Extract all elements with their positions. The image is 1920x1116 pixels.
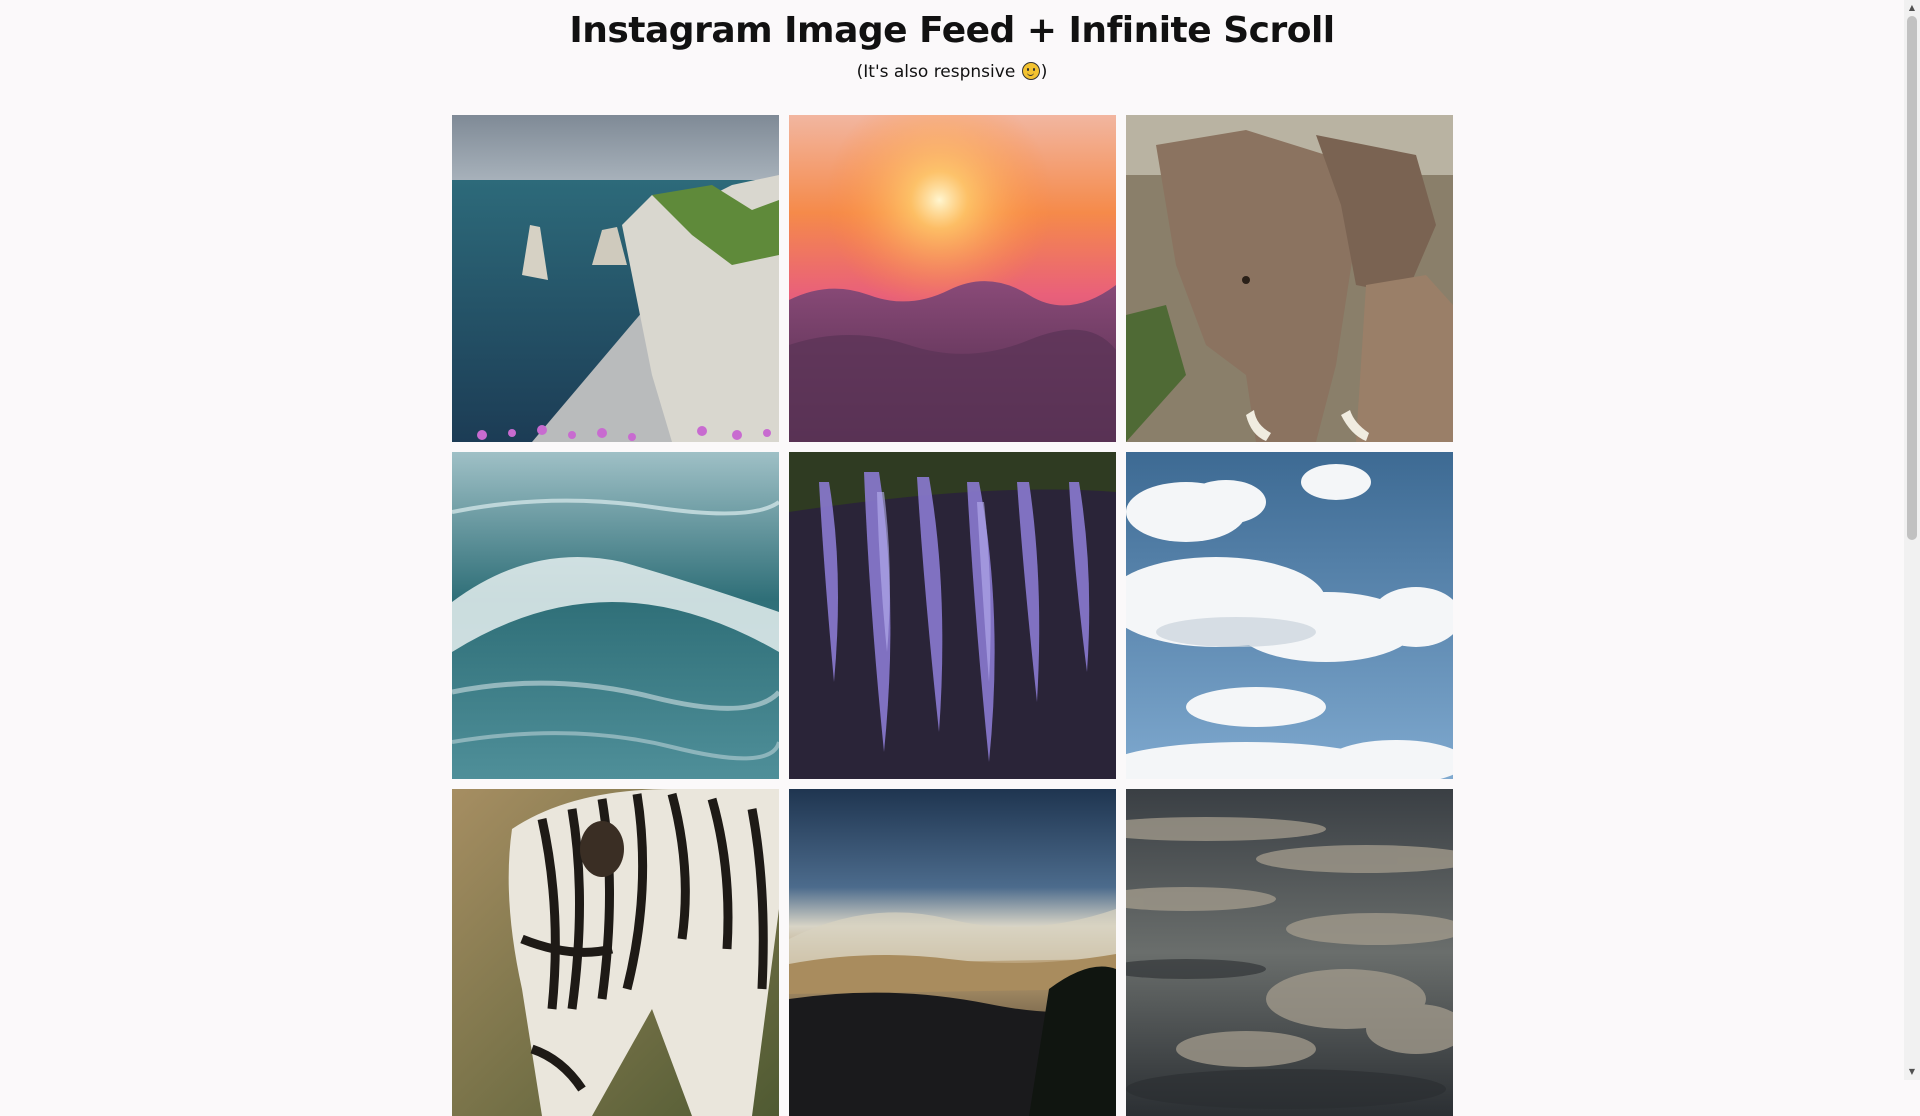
vertical-scrollbar[interactable]: ▲ ▼ — [1904, 0, 1920, 1080]
smiley-icon — [1021, 62, 1040, 80]
page-subtitle: (It's also respnsive ) — [0, 62, 1904, 82]
feed-image-sunset[interactable] — [789, 115, 1116, 442]
feed-image-mountain[interactable] — [789, 789, 1116, 1116]
feed-image-wisteria[interactable] — [789, 452, 1116, 779]
page: Instagram Image Feed + Infinite Scroll (… — [0, 0, 1904, 1116]
subtitle-close: ) — [1040, 62, 1048, 82]
image-feed — [452, 115, 1453, 1116]
feed-image-sky[interactable] — [1126, 452, 1453, 779]
feed-image-dark-clouds[interactable] — [1126, 789, 1453, 1116]
scroll-up-arrow-icon[interactable]: ▲ — [1904, 0, 1920, 16]
feed-image-wave[interactable] — [452, 452, 779, 779]
page-title: Instagram Image Feed + Infinite Scroll — [569, 10, 1335, 51]
subtitle-text: (It's also respnsive — [856, 62, 1021, 82]
scroll-down-arrow-icon[interactable]: ▼ — [1904, 1064, 1920, 1080]
scrollbar-thumb[interactable] — [1907, 16, 1917, 540]
feed-image-zebra[interactable] — [452, 789, 779, 1116]
feed-image-cliffs[interactable] — [452, 115, 779, 442]
feed-image-elephant[interactable] — [1126, 115, 1453, 442]
